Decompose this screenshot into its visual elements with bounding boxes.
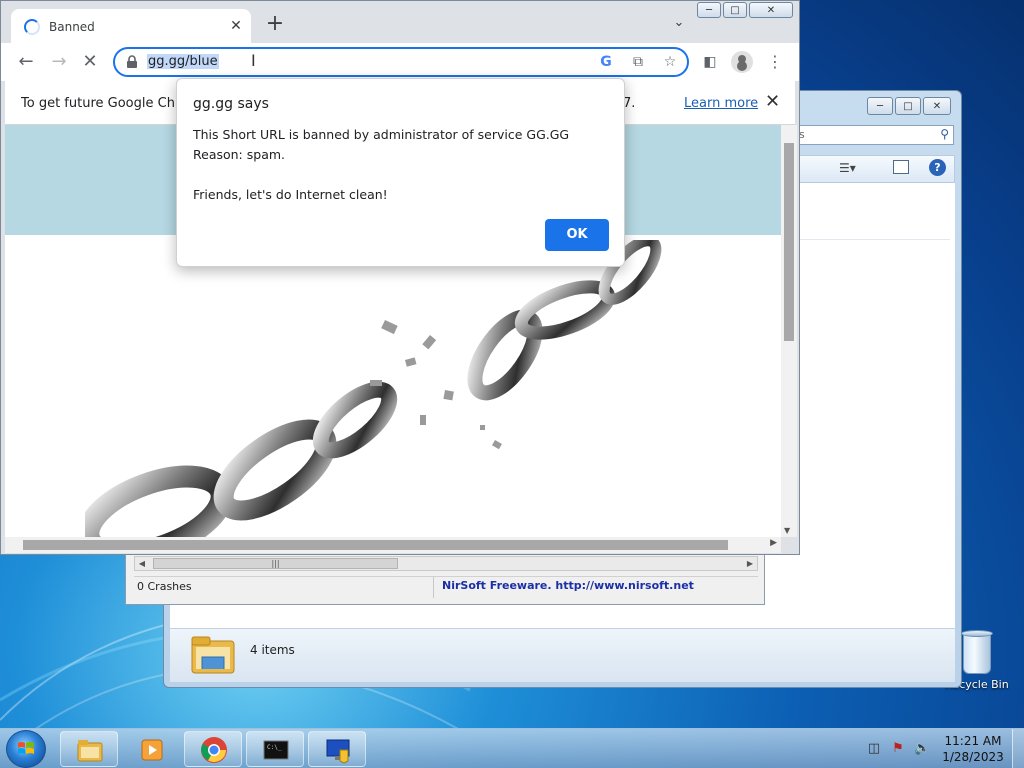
broken-chain-image	[85, 240, 662, 537]
search-icon[interactable]: ⚲	[940, 127, 949, 141]
explorer-close-button[interactable]: ✕	[923, 97, 951, 115]
page-horizontal-scroll-thumb[interactable]	[23, 540, 728, 550]
address-bar[interactable]: gg.gg/blue I G ⧉ ☆	[113, 47, 689, 77]
svg-text:C:\_: C:\_	[267, 744, 282, 751]
clock-time: 11:21 AM	[944, 734, 1002, 748]
command-prompt-icon: C:\_	[263, 740, 289, 760]
folder-icon	[77, 740, 103, 762]
forward-arrow-icon[interactable]: →	[48, 51, 70, 73]
clock-date: 1/28/2023	[942, 750, 1004, 764]
taskbar-media-player-button[interactable]	[122, 731, 180, 767]
start-button[interactable]	[6, 730, 46, 768]
explorer-details-pane: 4 items	[170, 628, 955, 682]
page-vertical-scroll-thumb[interactable]	[784, 143, 794, 341]
recycle-bin-icon	[960, 630, 994, 676]
learn-more-link[interactable]: Learn more	[684, 96, 758, 111]
taskbar-chrome-button[interactable]	[184, 731, 242, 767]
taskbar-explorer-button[interactable]	[60, 731, 118, 767]
taskbar-cmd-button[interactable]: C:\_	[246, 731, 304, 767]
chrome-icon	[201, 737, 227, 763]
explorer-caption-buttons: ─ □ ✕	[867, 97, 951, 115]
ok-button[interactable]: OK	[545, 219, 609, 251]
view-options-icon[interactable]: ☰▾	[839, 161, 856, 175]
tab-strip: Banned ✕ + ⌄ ─ □ ✕	[1, 1, 799, 43]
loading-spinner-icon	[24, 19, 40, 35]
taskbar: C:\_ ◫ ⚑ 🔈 11:21 AM 1/28/2023	[0, 728, 1024, 768]
item-count: 4 items	[250, 643, 295, 657]
explorer-search-input[interactable]: s ⚲	[794, 125, 954, 145]
scroll-left-icon[interactable]: ◀	[135, 557, 149, 570]
clock[interactable]: 11:21 AM 1/28/2023	[940, 733, 1006, 765]
nirsoft-link[interactable]: NirSoft Freeware. http://www.nirsoft.net	[434, 577, 758, 598]
profile-avatar-icon[interactable]	[731, 51, 753, 73]
dialog-message: This Short URL is banned by administrato…	[193, 127, 570, 202]
url-text[interactable]: gg.gg/blue	[147, 54, 219, 69]
library-folder-icon	[191, 636, 235, 674]
explorer-minimize-button[interactable]: ─	[867, 97, 893, 115]
nirsoft-horizontal-scrollbar[interactable]: ◀ ||| ▶	[134, 556, 758, 571]
scroll-down-icon[interactable]: ▼	[784, 526, 790, 535]
network-icon[interactable]: ◫	[866, 741, 882, 757]
menu-kebab-icon[interactable]: ⋮	[764, 51, 786, 73]
scroll-right-arrow-icon[interactable]: ▶	[770, 538, 777, 548]
volume-icon[interactable]: 🔈	[914, 741, 930, 757]
text-cursor-icon: I	[251, 51, 256, 70]
show-desktop-button[interactable]	[1012, 729, 1024, 768]
lock-icon[interactable]	[125, 55, 139, 69]
chrome-toolbar: ← → ✕ gg.gg/blue I G ⧉ ☆ ◧ ⋮	[1, 43, 799, 81]
dialog-title: gg.gg says	[193, 96, 269, 112]
preview-pane-icon[interactable]	[893, 160, 909, 174]
tab-search-chevron-icon[interactable]: ⌄	[669, 15, 689, 35]
chrome-minimize-button[interactable]: ─	[697, 2, 721, 18]
bookmark-star-icon[interactable]: ☆	[661, 53, 679, 71]
share-icon[interactable]: ⧉	[629, 53, 647, 71]
chrome-maximize-button[interactable]: □	[723, 2, 747, 18]
help-icon[interactable]: ?	[929, 159, 946, 176]
stop-loading-icon[interactable]: ✕	[79, 51, 101, 73]
infobar-message: To get future Google Chron	[21, 96, 197, 111]
chrome-caption-buttons: ─ □ ✕	[697, 2, 793, 18]
chrome-close-button[interactable]: ✕	[749, 2, 793, 18]
nirsoft-scroll-thumb[interactable]: |||	[153, 558, 398, 569]
windows-logo-icon	[18, 742, 34, 754]
remote-desktop-icon	[326, 739, 350, 764]
explorer-divider	[800, 239, 950, 240]
page-horizontal-scrollbar[interactable]: ▶	[5, 537, 781, 553]
action-center-flag-icon[interactable]: ⚑	[890, 741, 906, 757]
nirsoft-status-bar: 0 Crashes NirSoft Freeware. http://www.n…	[134, 576, 758, 598]
crash-count: 0 Crashes	[134, 577, 434, 598]
back-arrow-icon[interactable]: ←	[15, 51, 37, 73]
side-panel-icon[interactable]: ◧	[699, 51, 721, 73]
new-tab-button[interactable]: +	[263, 13, 287, 37]
tab-close-icon[interactable]: ✕	[227, 17, 245, 35]
scroll-right-icon[interactable]: ▶	[743, 557, 757, 570]
tab-banned[interactable]: Banned ✕	[11, 9, 251, 43]
tab-title: Banned	[49, 20, 95, 34]
media-player-icon	[141, 739, 163, 761]
page-vertical-scrollbar[interactable]: ▼	[781, 125, 797, 537]
explorer-maximize-button[interactable]: □	[895, 97, 921, 115]
alert-dialog: gg.gg says This Short URL is banned by a…	[176, 78, 625, 267]
taskbar-remote-desktop-button[interactable]	[308, 731, 366, 767]
infobar-close-icon[interactable]: ✕	[765, 91, 780, 112]
google-lens-icon[interactable]: G	[597, 53, 615, 71]
